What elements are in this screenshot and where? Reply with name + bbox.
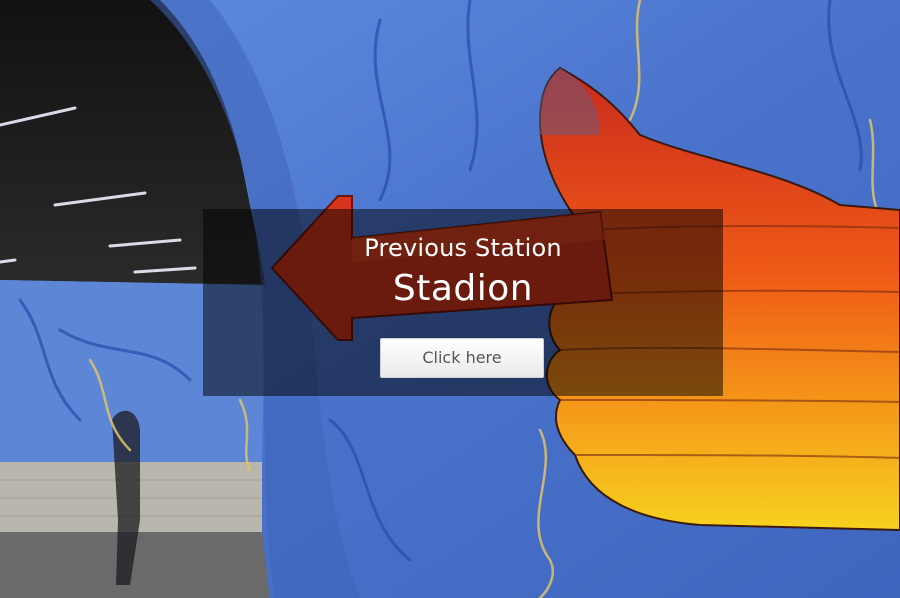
station-caption-panel: Previous Station Stadion Click here — [203, 209, 723, 396]
station-name: Stadion — [392, 268, 534, 309]
click-here-button[interactable]: Click here — [380, 338, 544, 378]
previous-station-label: Previous Station — [364, 234, 562, 262]
